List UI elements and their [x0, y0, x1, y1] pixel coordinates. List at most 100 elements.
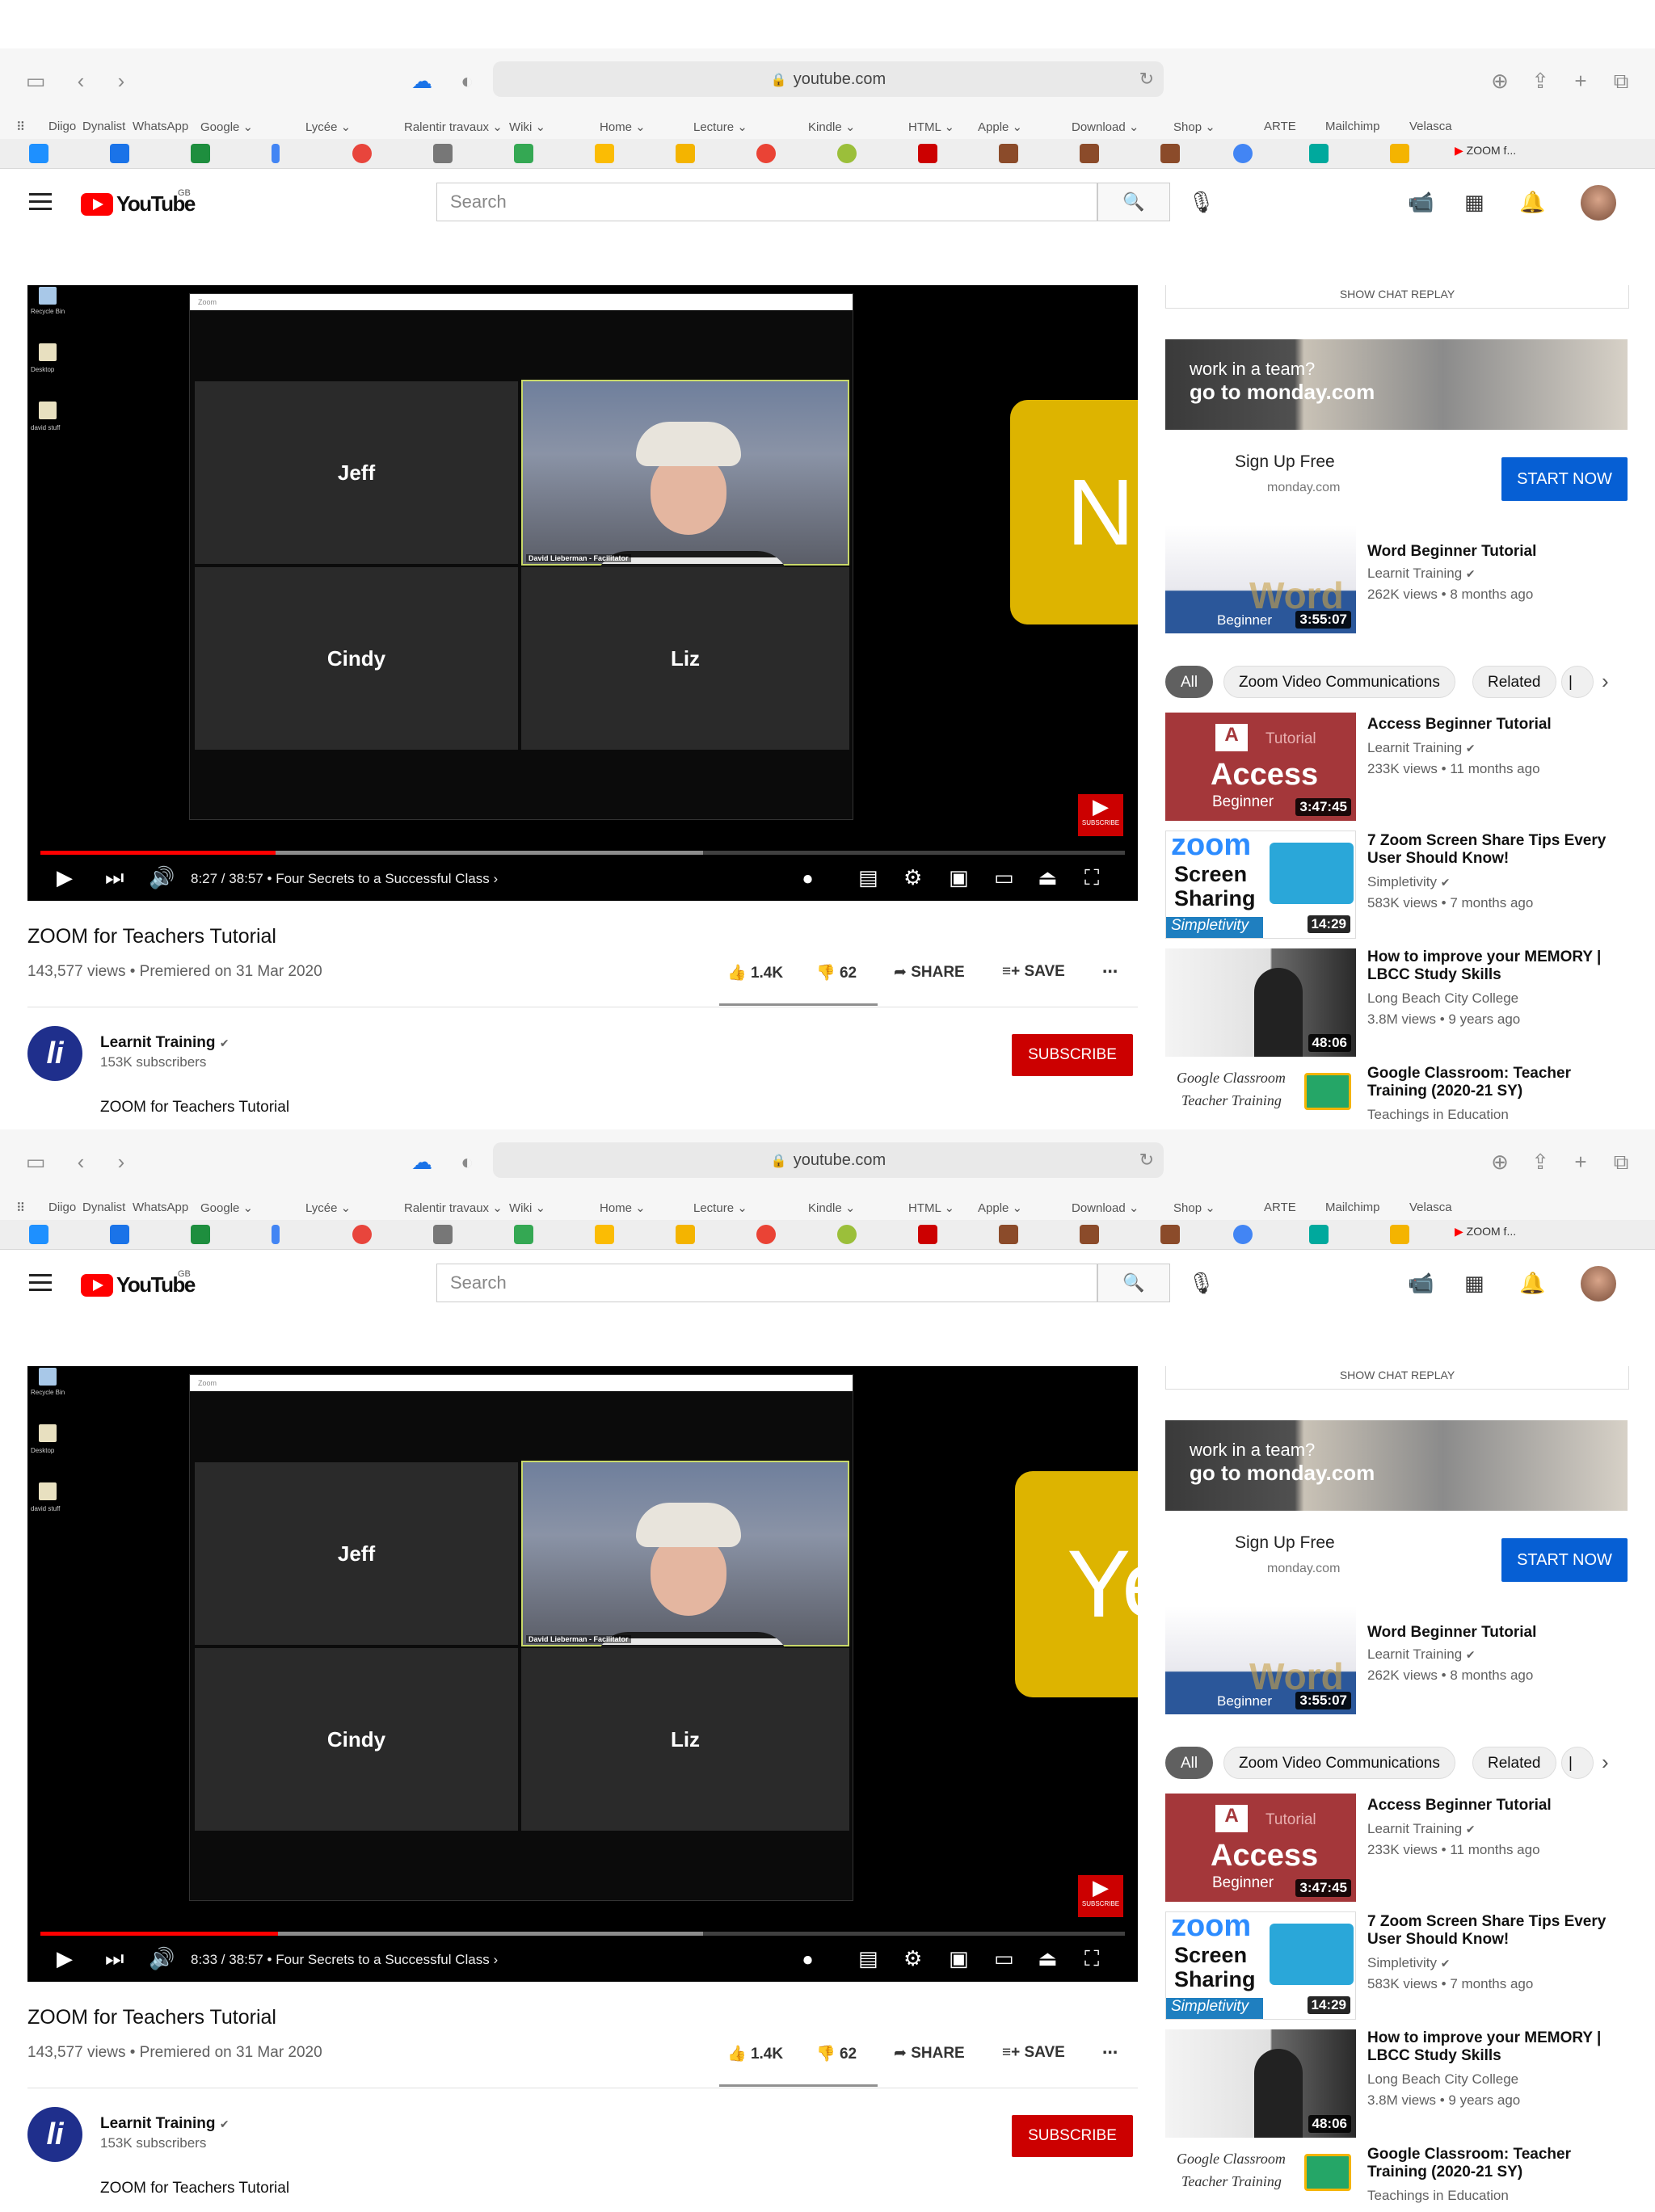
reload-icon[interactable]: ↻ — [1139, 1142, 1154, 1178]
bookmark-item[interactable]: Dynalist — [82, 120, 125, 133]
sidebar-icon[interactable]: ▭ — [21, 66, 50, 95]
reload-icon[interactable]: ↻ — [1139, 61, 1154, 97]
bookmark-item[interactable]: HTML ⌄ — [908, 120, 954, 134]
chevron-right-icon[interactable]: › — [1602, 1750, 1609, 1775]
menu-icon[interactable] — [29, 193, 52, 215]
subscribe-button[interactable]: SUBSCRIBE — [1012, 1034, 1133, 1076]
more-options-icon[interactable]: ⋯ — [1102, 2044, 1118, 2063]
menu-icon[interactable] — [29, 1274, 52, 1296]
theater-mode-icon[interactable]: ▭ — [994, 1946, 1014, 1971]
favicon[interactable] — [918, 144, 937, 163]
settings-gear-icon[interactable]: ⚙ — [903, 865, 922, 890]
bookmark-item[interactable]: Velasca — [1409, 1201, 1452, 1214]
favicon[interactable] — [837, 1225, 857, 1244]
address-bar[interactable]: 🔒 youtube.com ↻ — [493, 61, 1164, 97]
related-video-channel[interactable]: Teachings in Education — [1367, 2188, 1509, 2204]
create-video-icon[interactable]: 📹 — [1408, 1271, 1434, 1296]
next-icon[interactable]: ⏭ — [105, 865, 124, 891]
bookmark-item[interactable]: HTML ⌄ — [908, 1201, 954, 1215]
favicon[interactable] — [272, 144, 280, 163]
miniplayer-icon[interactable]: ▣ — [949, 865, 969, 890]
favicon[interactable] — [352, 144, 372, 163]
notifications-bell-icon[interactable]: 🔔 — [1519, 1271, 1545, 1296]
airplay-icon[interactable]: ⏏ — [1038, 1946, 1058, 1971]
search-input[interactable]: Search — [436, 183, 1097, 221]
favicon[interactable] — [191, 1225, 210, 1244]
autoplay-toggle[interactable]: ⏺ — [803, 868, 812, 889]
google-favicon[interactable] — [1233, 144, 1253, 163]
chevron-right-icon[interactable]: › — [1602, 669, 1609, 694]
back-icon[interactable]: ‹ — [66, 1147, 95, 1176]
video-player[interactable]: Recycle Bin Desktop david stuff Zoom Jef… — [27, 1366, 1138, 1982]
channel-avatar[interactable]: li — [27, 1026, 82, 1081]
theater-mode-icon[interactable]: ▭ — [994, 865, 1014, 890]
tab-overview-icon[interactable]: ⧉ — [1607, 1147, 1636, 1176]
favicon[interactable] — [837, 144, 857, 163]
cloud-icon[interactable]: ☁ — [407, 66, 436, 95]
new-tab-icon[interactable]: + — [1566, 1147, 1595, 1176]
new-tab-icon[interactable]: + — [1566, 66, 1595, 95]
diigo-favicon[interactable] — [29, 1225, 48, 1244]
chapter-title[interactable]: Four Secrets to a Successful Class — [276, 1952, 490, 1967]
bookmark-item[interactable]: Lycée ⌄ — [305, 1201, 351, 1215]
drive-favicon[interactable] — [514, 144, 533, 163]
subtitles-icon[interactable]: ▤ — [858, 1946, 878, 1971]
ad-banner[interactable]: work in a team? go to monday.com — [1165, 339, 1628, 430]
youtube-logo-icon[interactable] — [81, 193, 113, 216]
bookmark-item[interactable]: Shop ⌄ — [1173, 120, 1215, 134]
notifications-bell-icon[interactable]: 🔔 — [1519, 190, 1545, 215]
slides-favicon[interactable] — [1390, 144, 1409, 163]
bookmark-item[interactable]: Home ⌄ — [600, 1201, 646, 1215]
dislike-button[interactable]: 👎 62 — [816, 963, 857, 982]
active-tab[interactable]: ▶ ZOOM f... — [1455, 1225, 1516, 1238]
sidebar-icon[interactable]: ▭ — [21, 1147, 50, 1176]
create-video-icon[interactable]: 📹 — [1408, 190, 1434, 215]
related-video-title[interactable]: Google Classroom: Teacher Training (2020… — [1367, 1065, 1634, 1100]
user-avatar[interactable] — [1581, 1266, 1616, 1302]
favicon[interactable] — [1309, 144, 1329, 163]
favicon[interactable] — [999, 144, 1018, 163]
related-video-title[interactable]: Access Beginner Tutorial — [1367, 716, 1634, 734]
favicon[interactable] — [433, 1225, 453, 1244]
favicon[interactable] — [1160, 144, 1180, 163]
related-video-channel[interactable]: Learnit Training ✔ — [1367, 1646, 1476, 1663]
bookmark-item[interactable]: Ralentir travaux ⌄ — [404, 120, 503, 134]
bookmark-item[interactable]: Home ⌄ — [600, 120, 646, 134]
related-video-title[interactable]: Word Beginner Tutorial — [1367, 543, 1634, 561]
related-video-title[interactable]: How to improve your MEMORY | LBCC Study … — [1367, 2029, 1634, 2065]
next-icon[interactable]: ⏭ — [105, 1946, 124, 1972]
bookmarks-grid-icon[interactable]: ⠿ — [16, 1201, 25, 1215]
cloud-icon[interactable]: ☁ — [407, 1147, 436, 1176]
search-button[interactable]: 🔍 — [1097, 1264, 1170, 1302]
user-avatar[interactable] — [1581, 185, 1616, 221]
dislike-button[interactable]: 👎 62 — [816, 2044, 857, 2063]
autoplay-toggle[interactable]: ⏺ — [803, 1949, 812, 1970]
subscribe-button[interactable]: SUBSCRIBE — [1012, 2115, 1133, 2157]
play-icon[interactable]: ▶ — [57, 865, 73, 890]
forward-icon[interactable]: › — [107, 66, 136, 95]
share-button[interactable]: ➦ SHARE — [894, 963, 965, 982]
apps-grid-icon[interactable]: ▦ — [1464, 1271, 1484, 1296]
save-button[interactable]: ≡+ SAVE — [1002, 2044, 1065, 2062]
volume-icon[interactable]: 🔊 — [149, 865, 175, 890]
ad-banner[interactable]: work in a team? go to monday.com — [1165, 1420, 1628, 1511]
more-options-icon[interactable]: ⋯ — [1102, 963, 1118, 982]
favicon[interactable] — [1309, 1225, 1329, 1244]
related-video-channel[interactable]: Learnit Training ✔ — [1367, 566, 1476, 582]
favicon[interactable] — [433, 144, 453, 163]
apps-grid-icon[interactable]: ▦ — [1464, 190, 1484, 215]
video-thumbnail[interactable]: 48:06 — [1165, 948, 1356, 1057]
bookmark-item[interactable]: ARTE — [1264, 120, 1296, 133]
tab-overview-icon[interactable]: ⧉ — [1607, 66, 1636, 95]
shield-icon[interactable]: ◐ — [453, 66, 482, 95]
related-video-title[interactable]: 7 Zoom Screen Share Tips Every User Shou… — [1367, 1913, 1634, 1949]
video-thumbnail[interactable]: A Tutorial Access Beginner 3:47:45 — [1165, 713, 1356, 821]
bookmark-item[interactable]: Ralentir travaux ⌄ — [404, 1201, 503, 1215]
related-video-channel[interactable]: Long Beach City College — [1367, 990, 1518, 1007]
airplay-icon[interactable]: ⏏ — [1038, 865, 1058, 890]
bookmark-item[interactable]: Download ⌄ — [1072, 1201, 1139, 1215]
favicon[interactable] — [110, 1225, 129, 1244]
bookmark-item[interactable]: Kindle ⌄ — [808, 1201, 855, 1215]
bookmark-item[interactable]: Lycée ⌄ — [305, 120, 351, 134]
show-chat-replay-button[interactable]: SHOW CHAT REPLAY — [1165, 285, 1629, 309]
